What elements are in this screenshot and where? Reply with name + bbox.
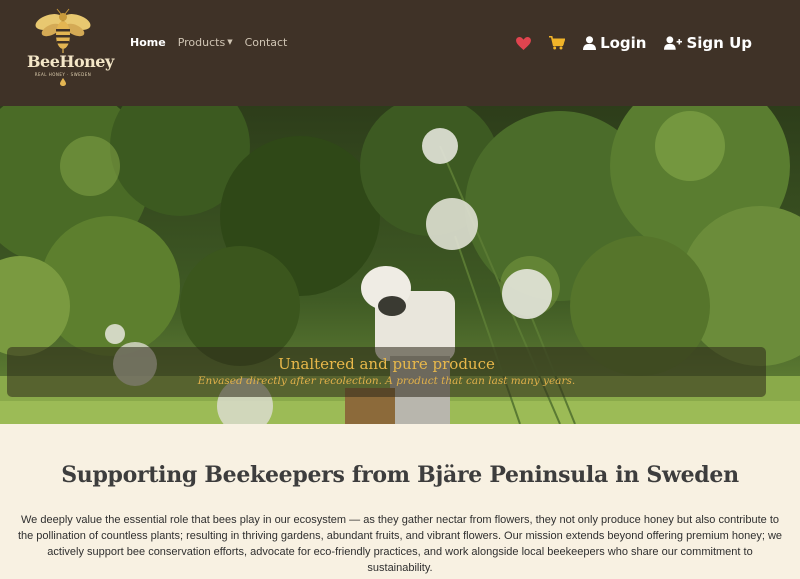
cart-icon <box>549 36 566 50</box>
login-button[interactable]: Login <box>583 34 646 52</box>
nav-products-label: Products <box>177 36 226 49</box>
login-label: Login <box>600 34 647 52</box>
heart-icon <box>516 36 531 50</box>
hero-caption-title: Unaltered and pure produce <box>278 355 495 373</box>
navbar: BeeHoney REAL HONEY · SWEDEN Home Produc… <box>0 0 800 106</box>
cart-button[interactable] <box>549 36 566 50</box>
wishlist-button[interactable] <box>516 36 531 50</box>
hero-caption: Unaltered and pure produce Envased direc… <box>7 347 766 397</box>
nav-contact-link[interactable]: Contact <box>245 36 288 49</box>
about-section: Supporting Beekeepers from Bjäre Peninsu… <box>15 462 785 579</box>
nav-actions: Login Sign Up <box>498 34 752 52</box>
brand-logo[interactable]: BeeHoney REAL HONEY · SWEDEN <box>27 8 114 86</box>
hero-carousel: Unaltered and pure produce Envased direc… <box>0 106 800 424</box>
brand-name: BeeHoney <box>27 52 114 71</box>
nav-products-dropdown[interactable]: Products ▼ <box>178 36 233 49</box>
signup-label: Sign Up <box>686 34 752 52</box>
caret-down-icon: ▼ <box>227 38 233 46</box>
user-icon <box>583 36 597 50</box>
brand-tagline: REAL HONEY · SWEDEN <box>34 72 92 77</box>
honey-drop-icon <box>60 78 66 86</box>
about-title: Supporting Beekeepers from Bjäre Peninsu… <box>61 462 739 488</box>
nav-home-link[interactable]: Home <box>130 36 166 49</box>
user-plus-icon <box>664 36 683 50</box>
bee-logo-icon <box>35 8 91 53</box>
main-nav: Home Products ▼ Contact <box>130 36 299 49</box>
signup-button[interactable]: Sign Up <box>664 34 752 52</box>
about-text: We deeply value the essential role that … <box>17 514 783 574</box>
hero-caption-text: Envased directly after recolection. A pr… <box>197 375 576 387</box>
